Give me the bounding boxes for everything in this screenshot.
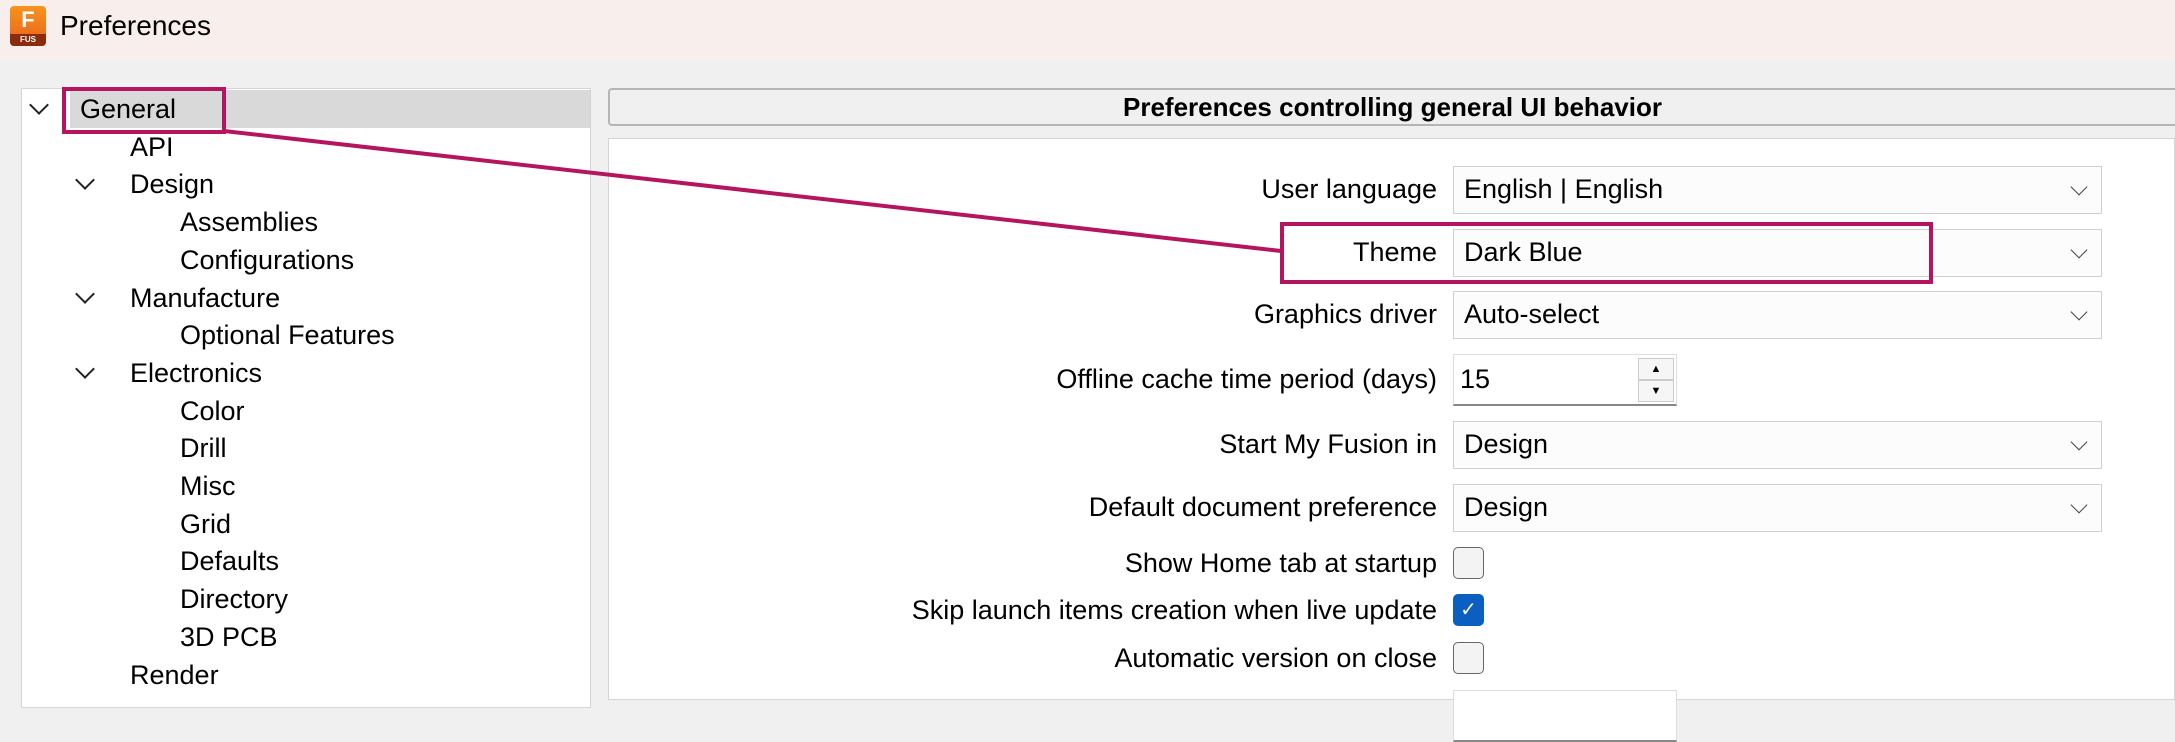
tree-item-color[interactable]: Color — [22, 392, 590, 430]
fusion-logo-icon: F FUS — [10, 6, 46, 46]
chevron-down-icon[interactable] — [29, 95, 49, 115]
title-bar: F FUS Preferences — [0, 0, 2175, 60]
chevron-down-icon — [2070, 433, 2088, 451]
annotation-box-theme — [1280, 222, 1933, 284]
partial-spinner[interactable] — [1453, 690, 1677, 742]
tree-item-directory[interactable]: Directory — [22, 580, 590, 618]
tree-item-drill[interactable]: Drill — [22, 429, 590, 467]
start-my-fusion-dropdown[interactable]: Design — [1453, 421, 2102, 469]
offline-cache-label: Offline cache time period (days) — [1056, 364, 1437, 394]
tree-item-label: Design — [130, 169, 215, 200]
tree-item-label: Manufacture — [130, 282, 281, 313]
tree-item-configurations[interactable]: Configurations — [22, 241, 590, 279]
tree-item-label: 3D PCB — [180, 621, 278, 652]
tree-item-label: Electronics — [130, 357, 263, 388]
check-icon: ✓ — [1460, 599, 1477, 621]
tree-item-optional-features[interactable]: Optional Features — [22, 316, 590, 354]
tree-item-grid[interactable]: Grid — [22, 505, 590, 543]
tree-item-assemblies[interactable]: Assemblies — [22, 203, 590, 241]
auto-version-label: Automatic version on close — [1114, 643, 1437, 673]
user-language-label: User language — [1261, 174, 1437, 204]
graphics-driver-dropdown[interactable]: Auto-select — [1453, 291, 2102, 339]
chevron-down-icon[interactable] — [75, 170, 95, 191]
tree-item-electronics[interactable]: Electronics — [22, 354, 590, 392]
chevron-down-icon — [2070, 303, 2088, 321]
tree-item-label: Configurations — [180, 244, 355, 275]
default-document-label: Default document preference — [1088, 492, 1437, 522]
tree-scrollbar[interactable] — [591, 88, 608, 700]
tree-item-label: Defaults — [180, 546, 280, 577]
annotation-box-general — [62, 87, 226, 134]
preferences-tree: General API Design Assemblies Configurations… — [21, 88, 591, 708]
start-my-fusion-label: Start My Fusion in — [1219, 429, 1437, 459]
tree-item-label: Grid — [180, 508, 232, 539]
user-language-dropdown[interactable]: English | English — [1453, 166, 2102, 214]
tree-item-label: Assemblies — [180, 207, 319, 238]
chevron-down-icon[interactable] — [75, 358, 95, 379]
tree-item-label: Color — [180, 395, 245, 426]
tree-item-3d-pcb[interactable]: 3D PCB — [22, 618, 590, 656]
chevron-down-icon — [2070, 178, 2088, 196]
tree-item-label: Drill — [180, 433, 227, 464]
auto-version-checkbox[interactable] — [1453, 642, 1484, 674]
chevron-down-icon — [2070, 496, 2088, 514]
tree-item-design[interactable]: Design — [22, 165, 590, 203]
tree-item-manufacture[interactable]: Manufacture — [22, 279, 590, 317]
spin-up-icon[interactable]: ▲ — [1638, 358, 1674, 380]
tree-item-label: Render — [130, 659, 219, 690]
default-document-dropdown[interactable]: Design — [1453, 484, 2102, 532]
tree-item-label: Directory — [180, 584, 289, 615]
spin-down-icon[interactable]: ▼ — [1638, 380, 1674, 402]
chevron-down-icon[interactable] — [75, 283, 95, 304]
offline-cache-spinner[interactable]: 15 ▲ ▼ — [1453, 354, 1677, 406]
show-home-tab-label: Show Home tab at startup — [1124, 548, 1437, 578]
show-home-tab-checkbox[interactable] — [1453, 547, 1484, 579]
panel-header: Preferences controlling general UI behav… — [608, 88, 2175, 126]
skip-launch-label: Skip launch items creation when live upd… — [911, 595, 1437, 625]
window-title: Preferences — [60, 10, 211, 41]
tree-item-render[interactable]: Render — [22, 656, 590, 694]
graphics-driver-label: Graphics driver — [1253, 299, 1437, 329]
tree-item-label: Optional Features — [180, 320, 395, 351]
tree-item-misc[interactable]: Misc — [22, 467, 590, 505]
tree-item-defaults[interactable]: Defaults — [22, 542, 590, 580]
chevron-down-icon — [2070, 241, 2088, 259]
skip-launch-checkbox[interactable]: ✓ — [1453, 594, 1484, 626]
tree-item-label: Misc — [180, 471, 236, 501]
